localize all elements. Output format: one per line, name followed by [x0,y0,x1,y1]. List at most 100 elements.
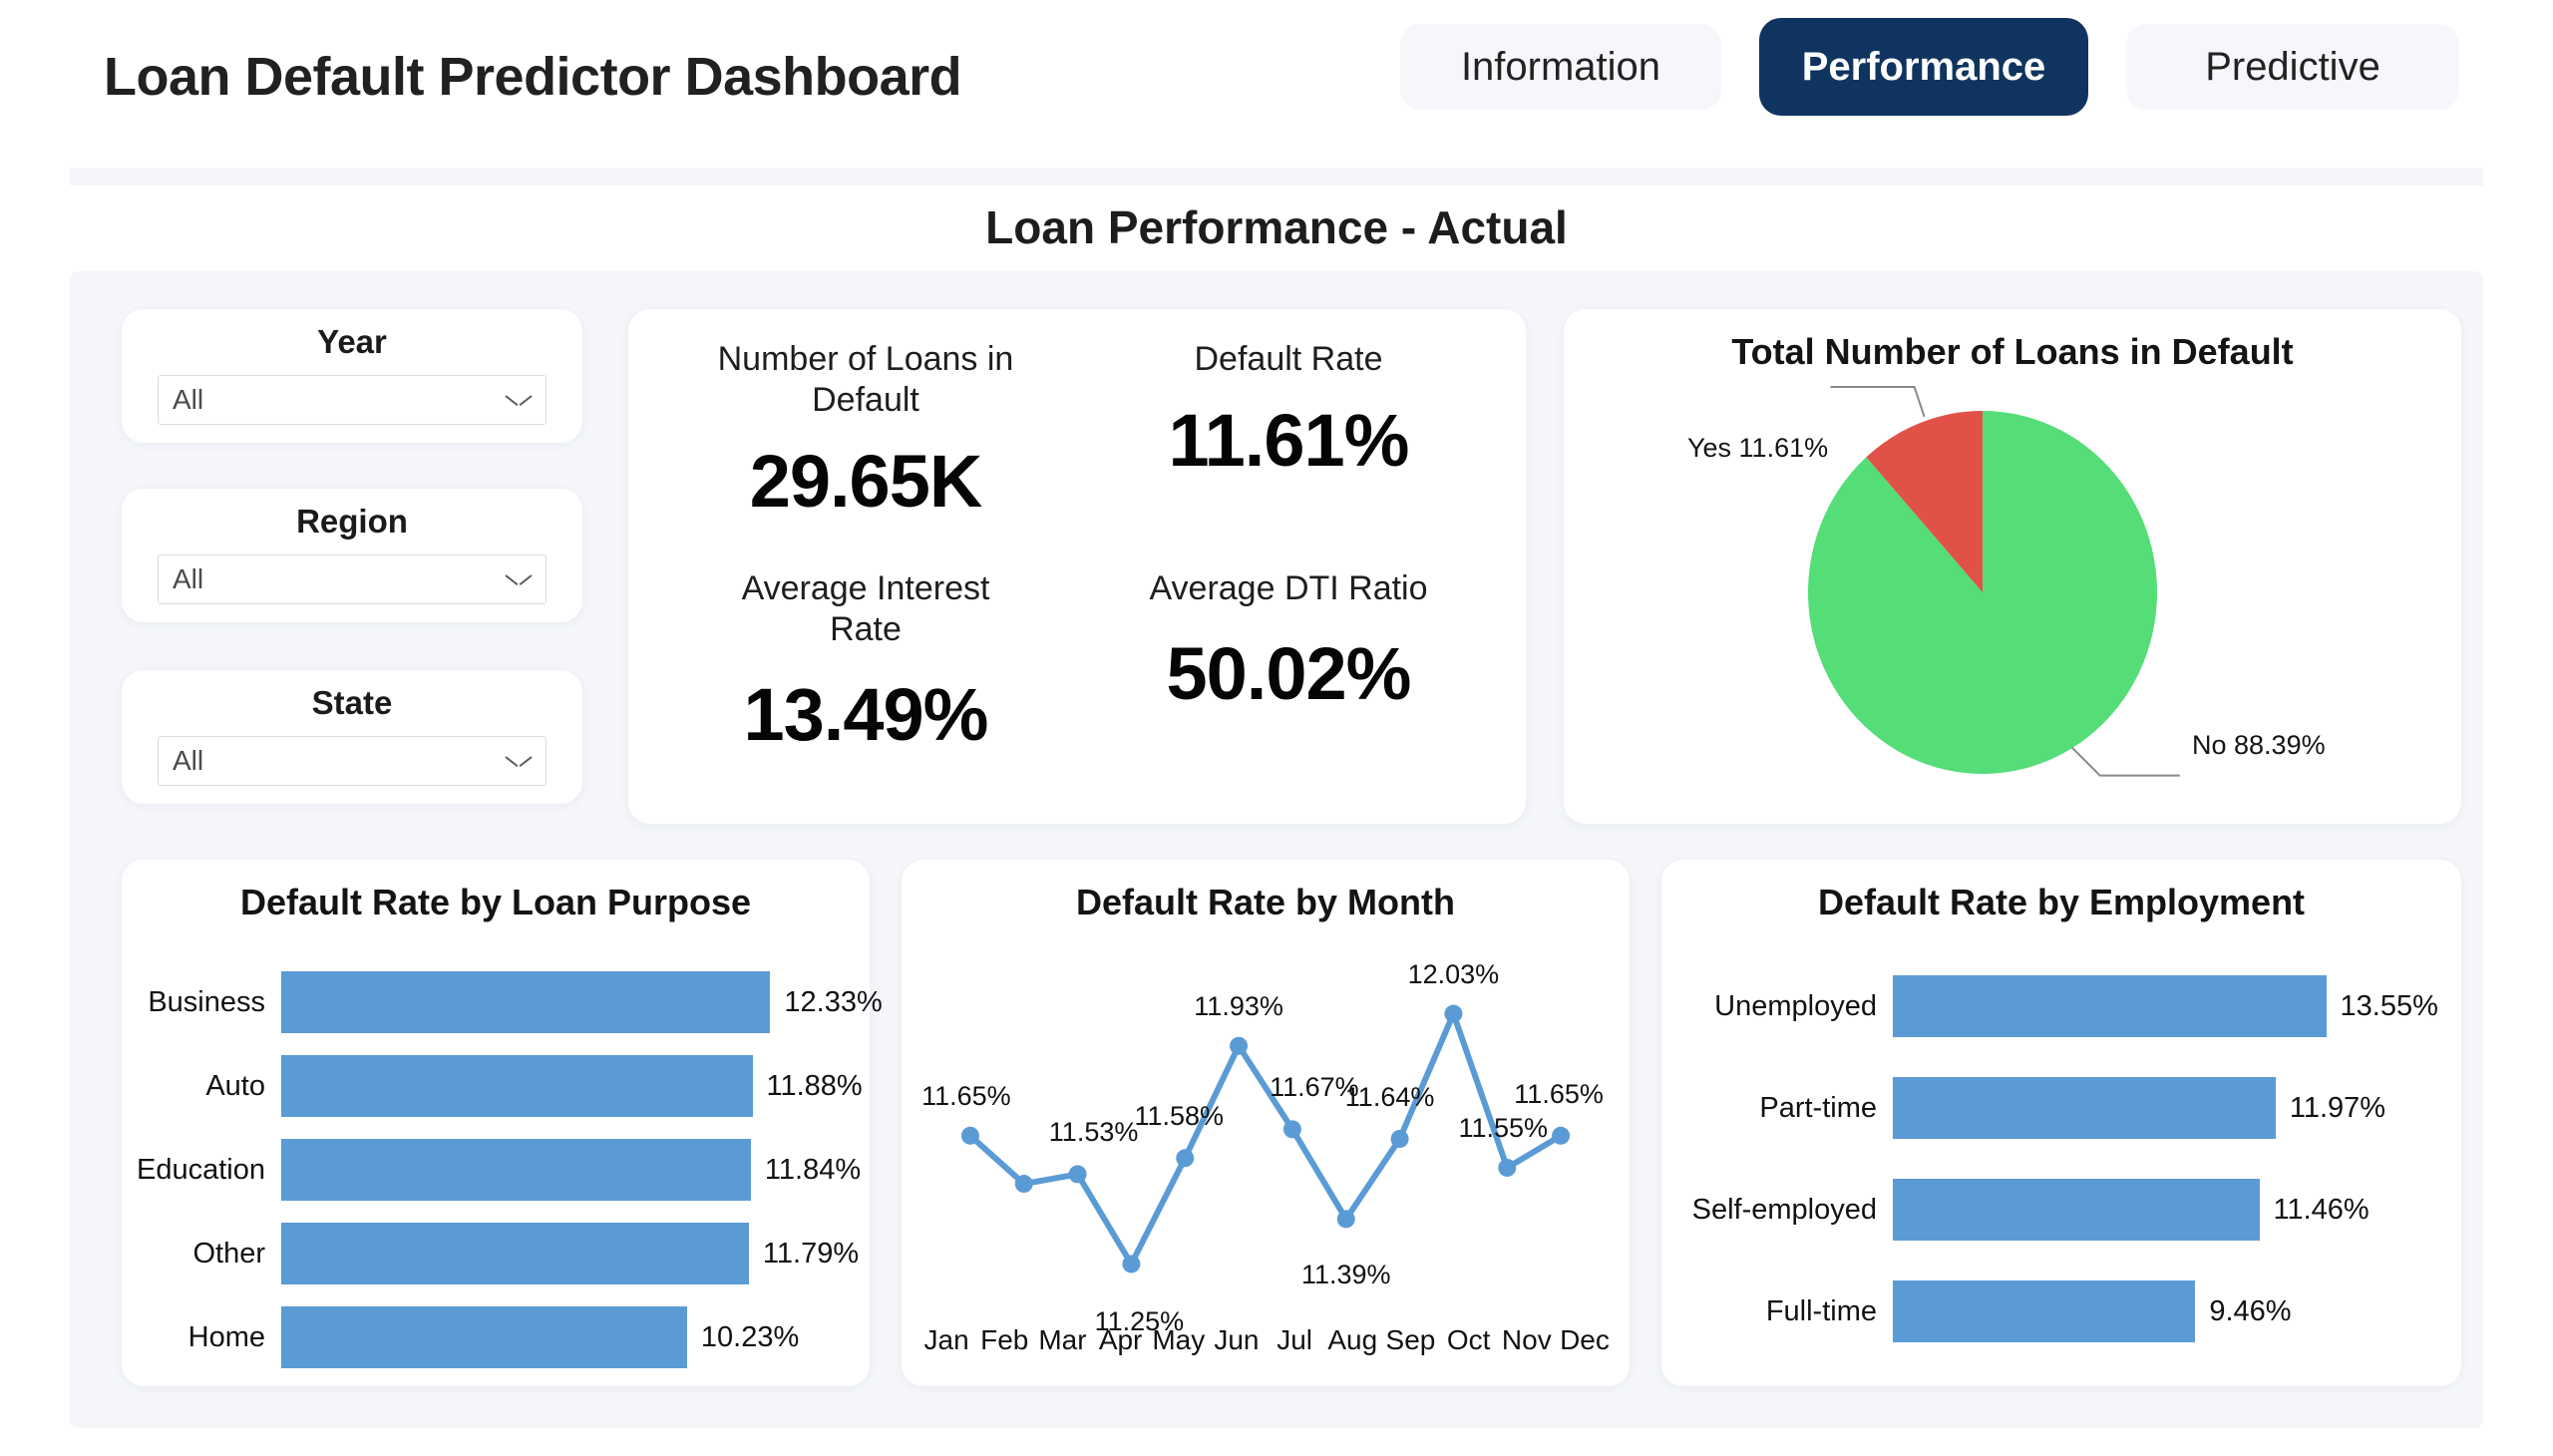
bar-category-label: Full-time [1765,1294,1877,1327]
kpi-average-interest-rate: Average Interest Rate 13.49% [654,568,1077,798]
line-data-point[interactable] [1176,1149,1195,1168]
kpi-label: Average Interest Rate [741,569,990,648]
x-axis-tick-label: Jan [923,1324,969,1355]
x-axis-tick-label: Aug [1327,1324,1378,1355]
bar-row[interactable]: Home 10.23% [122,1300,870,1374]
line-point-value-label: 11.65% [1514,1078,1604,1109]
region-select[interactable]: All [158,554,547,604]
kpi-label: Number of Loans in Default [717,340,1014,419]
pie-label-no: No 88.39% [2192,730,2326,760]
main-tabs: Information Performance Predictive [1400,18,2459,116]
bar-category-label: Self-employed [1691,1193,1877,1226]
line-data-point[interactable] [1552,1126,1571,1145]
line-data-point[interactable] [1498,1158,1517,1177]
bar-category-label: Other [192,1237,265,1270]
line-data-point[interactable] [1068,1165,1087,1184]
line-point-value-label: 11.58% [1134,1101,1225,1132]
line-point-value-label: 12.03% [1407,958,1500,989]
pie-label-yes: Yes 11.61% [1687,433,1829,463]
bar-value-label: 11.79% [762,1237,860,1270]
bar-category-label: Home [187,1320,265,1353]
bar-value-label: 11.84% [764,1153,862,1186]
bar-category-label: Education [137,1153,265,1186]
line-data-point[interactable] [1444,1004,1463,1023]
line-data-point[interactable] [1336,1210,1355,1229]
kpi-average-dti-ratio: Average DTI Ratio 50.02% [1077,568,1500,798]
filter-card-state: State All [122,670,582,804]
x-axis-tick-label: Nov [1501,1324,1552,1355]
filter-label-state: State [311,684,393,721]
bar[interactable] [281,1306,687,1368]
bar[interactable] [281,1223,749,1284]
line-point-value-label: 11.65% [921,1080,1011,1111]
chevron-down-icon [506,572,532,587]
loan-purpose-chart-title: Default Rate by Loan Purpose [239,882,752,922]
bar[interactable] [1893,1280,2196,1342]
pie-leader-line [1830,385,1926,418]
bar-row[interactable]: Self-employed 11.46% [1661,1173,2461,1247]
section-title: Loan Performance - Actual [985,201,1568,253]
line-data-point[interactable] [1014,1175,1033,1194]
bar-value-label: 11.46% [2273,1193,2370,1226]
loan-purpose-bars: Business 12.33% Auto 11.88% Education 11.84% O… [122,955,883,1368]
bar[interactable] [281,1139,751,1201]
bar-value-label: 9.46% [2209,1294,2292,1327]
x-axis-tick-label: Feb [980,1324,1029,1355]
kpi-value: 29.65K [749,439,983,523]
bar-category-label: Part-time [1759,1091,1877,1124]
bar[interactable] [281,971,771,1033]
filter-label-region: Region [296,503,408,540]
kpi-value: 11.61% [1168,398,1410,482]
filter-label-year: Year [317,323,387,360]
bar-value-label: 10.23% [700,1320,800,1353]
bar[interactable] [1893,1179,2260,1241]
line-data-point[interactable] [960,1126,979,1145]
x-axis-tick-label: May [1152,1324,1206,1355]
region-select-value: All [173,563,204,594]
bar-row[interactable]: Unemployed 13.55% [1661,969,2461,1043]
bar[interactable] [281,1055,753,1117]
bar-category-label: Business [148,985,265,1018]
tab-information[interactable]: Information [1400,24,1721,110]
year-select[interactable]: All [158,375,547,425]
line-point-value-label: 11.53% [1048,1117,1139,1148]
x-axis-tick-label: Sep [1385,1324,1436,1355]
line-point-value-label: 11.64% [1344,1082,1435,1112]
x-axis-tick-label: Dec [1560,1324,1610,1355]
filter-card-region: Region All [122,489,582,622]
chevron-down-icon [506,393,532,408]
kpi-card: Number of Loans in Default 29.65K Defaul… [628,309,1526,824]
bar-row[interactable]: Education 11.84% [122,1133,870,1207]
employment-chart-card: Default Rate by Employment Unemployed 13.… [1661,860,2461,1386]
employment-chart-title: Default Rate by Employment [1817,882,2306,922]
filter-card-year: Year All [122,309,582,443]
kpi-default-rate: Default Rate 11.61% [1077,339,1500,568]
x-axis-tick-label: Jun [1214,1324,1260,1355]
month-x-axis: Jan Feb Mar Apr May Jun Jul Aug Sep Oct Nov Dec [917,1324,1614,1364]
kpi-value: 50.02% [1166,631,1412,715]
bar-row[interactable]: Part-time 11.97% [1661,1071,2461,1145]
tab-predictive[interactable]: Predictive [2126,24,2459,110]
kpi-label: Default Rate [1194,340,1383,378]
header-divider-band [70,168,2483,185]
bar-row[interactable]: Full-time 9.46% [1661,1274,2461,1348]
state-select-value: All [173,745,204,776]
bar[interactable] [1893,1077,2276,1139]
state-select[interactable]: All [158,736,547,786]
tab-performance[interactable]: Performance [1759,18,2088,116]
bar-row[interactable]: Auto 11.88% [122,1049,870,1123]
top-bar: Loan Default Predictor Dashboard Informa… [0,0,2553,168]
line-point-value-label: 11.93% [1194,990,1283,1021]
chevron-down-icon [506,754,532,769]
pie-chart-plot: Yes 11.61% No 88.39% [1564,383,2461,812]
dashboard-surface: Year All Region All State All Number of … [70,271,2483,1428]
pie-chart-title: Total Number of Loans in Default [1731,331,2294,372]
kpi-value: 13.49% [743,672,989,756]
line-data-point[interactable] [1122,1255,1141,1274]
line-data-point[interactable] [1282,1120,1301,1139]
bar-row[interactable]: Other 11.79% [122,1217,870,1290]
line-data-point[interactable] [1390,1130,1409,1148]
bar-row[interactable]: Business 12.33% [122,965,883,1039]
bar[interactable] [1893,975,2327,1037]
line-data-point[interactable] [1230,1036,1249,1055]
